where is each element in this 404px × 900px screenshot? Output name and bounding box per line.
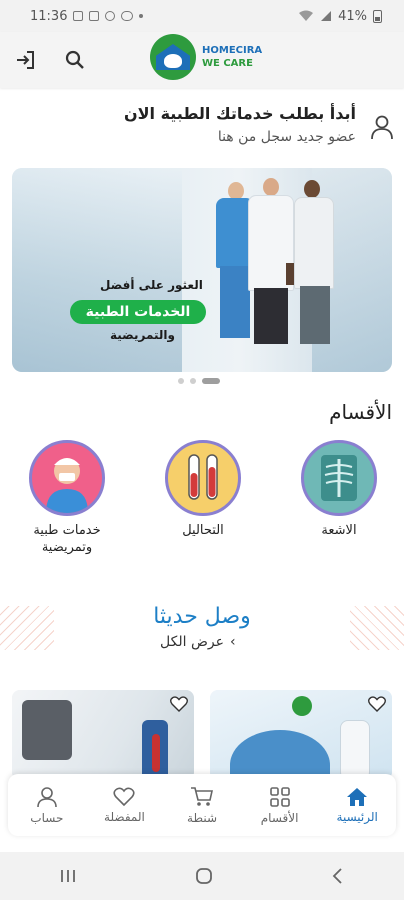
heart-icon [113, 787, 135, 806]
category-tests[interactable]: التحاليل [148, 440, 258, 539]
product-card[interactable] [12, 690, 194, 780]
view-all-link[interactable]: › عرض الكل [160, 634, 236, 650]
welcome-title: أبدأ بطلب خدماتك الطبية الان [123, 104, 356, 123]
signal-icon [321, 11, 332, 21]
back-icon[interactable] [331, 867, 345, 885]
chevron-right-icon: › [229, 634, 236, 650]
wifi-icon [299, 10, 314, 21]
system-navigation-bar [0, 852, 404, 900]
nav-label: المفضلة [104, 809, 145, 824]
welcome-section[interactable]: أبدأ بطلب خدماتك الطبية الان عضو جديد سج… [0, 96, 404, 156]
app-notification-icon [89, 11, 100, 21]
carousel-dot[interactable] [190, 378, 196, 384]
category-label: الاشعة [321, 523, 357, 538]
recent-title: وصل حديثا [153, 604, 251, 629]
favorite-icon[interactable] [170, 696, 188, 712]
view-all-label: عرض الكل [160, 634, 224, 650]
status-left: 11:36 [30, 8, 144, 24]
bottom-navigation: الرئيسية الأقسام شنطة المفضلة حساب [8, 774, 396, 836]
category-medical-services[interactable]: خدمات طبية وتمريضية [12, 440, 122, 556]
app-header: HOMECIRA WE CARE [0, 32, 404, 88]
register-link[interactable]: عضو جديد سجل من هنا [218, 129, 356, 145]
home-icon [347, 787, 368, 806]
favorite-icon[interactable] [368, 696, 386, 712]
nav-cart[interactable]: شنطة [163, 774, 241, 836]
xray-icon [301, 440, 377, 516]
nav-home[interactable]: الرئيسية [318, 774, 396, 836]
banner-highlight: الخدمات الطبية [70, 300, 206, 324]
nav-label: الرئيسية [336, 809, 378, 824]
home-button-icon[interactable] [195, 867, 213, 885]
cart-icon [191, 786, 214, 806]
carousel-dot-active[interactable] [202, 378, 220, 384]
category-label: التحاليل [182, 523, 224, 538]
carousel-indicator [178, 378, 220, 384]
banner-text-line3: والتمريضية [110, 328, 175, 342]
grid-icon [269, 786, 290, 807]
user-icon[interactable] [370, 114, 394, 140]
nav-label: الأقسام [260, 810, 299, 825]
category-label: خدمات طبية وتمريضية [33, 523, 101, 555]
nav-favorites[interactable]: المفضلة [86, 774, 164, 836]
recent-apps-icon[interactable] [59, 868, 77, 884]
nav-label: حساب [30, 810, 64, 825]
brand-badge-icon [292, 696, 312, 716]
status-bar: 11:36 41% [0, 0, 404, 32]
logo-line1: HOMECIRA [202, 45, 263, 56]
microscope-image [22, 700, 72, 760]
logo-mark [150, 34, 196, 80]
category-xray[interactable]: الاشعة [284, 440, 394, 539]
product-card[interactable] [210, 690, 392, 780]
more-notifications-icon [139, 14, 144, 18]
banner-text-line1: العثور على أفضل [100, 278, 203, 292]
status-right: 41% [298, 9, 382, 24]
gallery-notification-icon [73, 11, 84, 21]
search-icon[interactable] [64, 49, 86, 71]
battery-icon [373, 9, 382, 23]
logo-text: HOMECIRA WE CARE [202, 44, 262, 70]
promo-banner[interactable]: العثور على أفضل الخدمات الطبية والتمريضي… [12, 168, 392, 372]
test-tubes-icon [165, 440, 241, 516]
categories-title: الأقسام [329, 400, 392, 424]
camera-notification-icon [105, 11, 116, 21]
nav-categories[interactable]: الأقسام [241, 774, 319, 836]
header-actions [14, 48, 86, 72]
carousel-dot[interactable] [178, 378, 184, 384]
battery-percent: 41% [338, 8, 367, 24]
nav-account[interactable]: حساب [8, 774, 86, 836]
sample-tube-image [152, 734, 160, 772]
login-icon[interactable] [14, 48, 38, 72]
status-time: 11:36 [30, 8, 68, 24]
user-icon [37, 786, 57, 807]
nav-label: شنطة [187, 810, 217, 825]
cloud-notification-icon [121, 11, 134, 21]
doctor-image [340, 720, 370, 780]
nurse-icon [29, 440, 105, 516]
app-logo: HOMECIRA WE CARE [150, 34, 262, 80]
logo-line2: WE CARE [202, 58, 253, 69]
